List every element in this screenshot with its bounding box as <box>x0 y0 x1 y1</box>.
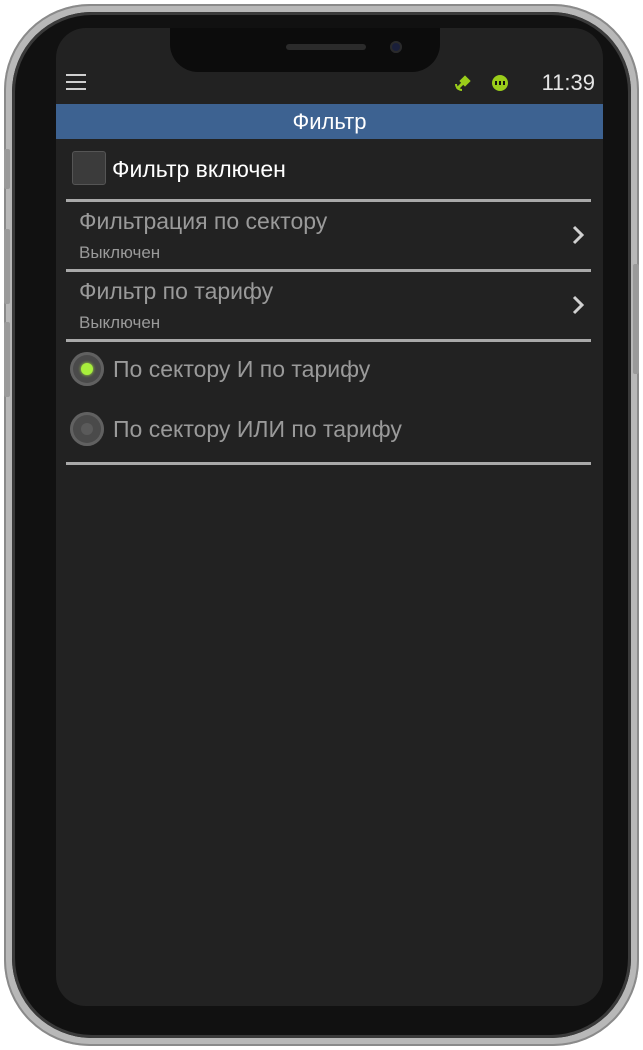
volume-up-button <box>4 229 10 304</box>
mute-switch <box>4 149 10 189</box>
mode-and-label: По сектору И по тарифу <box>113 356 371 382</box>
tariff-filter-item[interactable]: Фильтр по тарифу Выключен <box>66 272 591 339</box>
filter-enabled-row[interactable]: Фильтр включен <box>66 139 591 199</box>
mode-or-label: По сектору ИЛИ по тарифу <box>113 416 402 442</box>
sector-filter-item[interactable]: Фильтрация по сектору Выключен <box>66 202 591 269</box>
taxi-icon <box>492 75 508 91</box>
mode-or-radio[interactable] <box>70 412 104 446</box>
mode-and-option[interactable]: По сектору И по тарифу <box>66 342 591 402</box>
sector-filter-value: Выключен <box>79 243 161 262</box>
divider <box>66 462 591 465</box>
front-camera <box>390 41 402 53</box>
speaker-grille <box>286 44 366 50</box>
satellite-icon <box>455 75 471 91</box>
clock: 11:39 <box>541 70 595 95</box>
mode-or-option[interactable]: По сектору ИЛИ по тарифу <box>66 402 591 462</box>
app-screen: 11:39 Фильтр Фильтр включен Фильтрация п… <box>56 28 603 1006</box>
menu-icon[interactable] <box>66 74 86 90</box>
filter-enabled-checkbox[interactable] <box>72 151 106 185</box>
mode-and-radio[interactable] <box>70 352 104 386</box>
page-title: Фильтр <box>56 104 603 139</box>
tariff-filter-value: Выключен <box>79 313 161 332</box>
chevron-right-icon <box>572 295 585 315</box>
tariff-filter-title: Фильтр по тарифу <box>79 278 274 304</box>
filter-enabled-label: Фильтр включен <box>112 156 286 182</box>
chevron-right-icon <box>572 225 585 245</box>
power-button <box>633 264 639 374</box>
filter-settings: Фильтр включен Фильтрация по сектору Вык… <box>66 139 591 465</box>
volume-down-button <box>4 322 10 397</box>
sector-filter-title: Фильтрация по сектору <box>79 208 328 234</box>
